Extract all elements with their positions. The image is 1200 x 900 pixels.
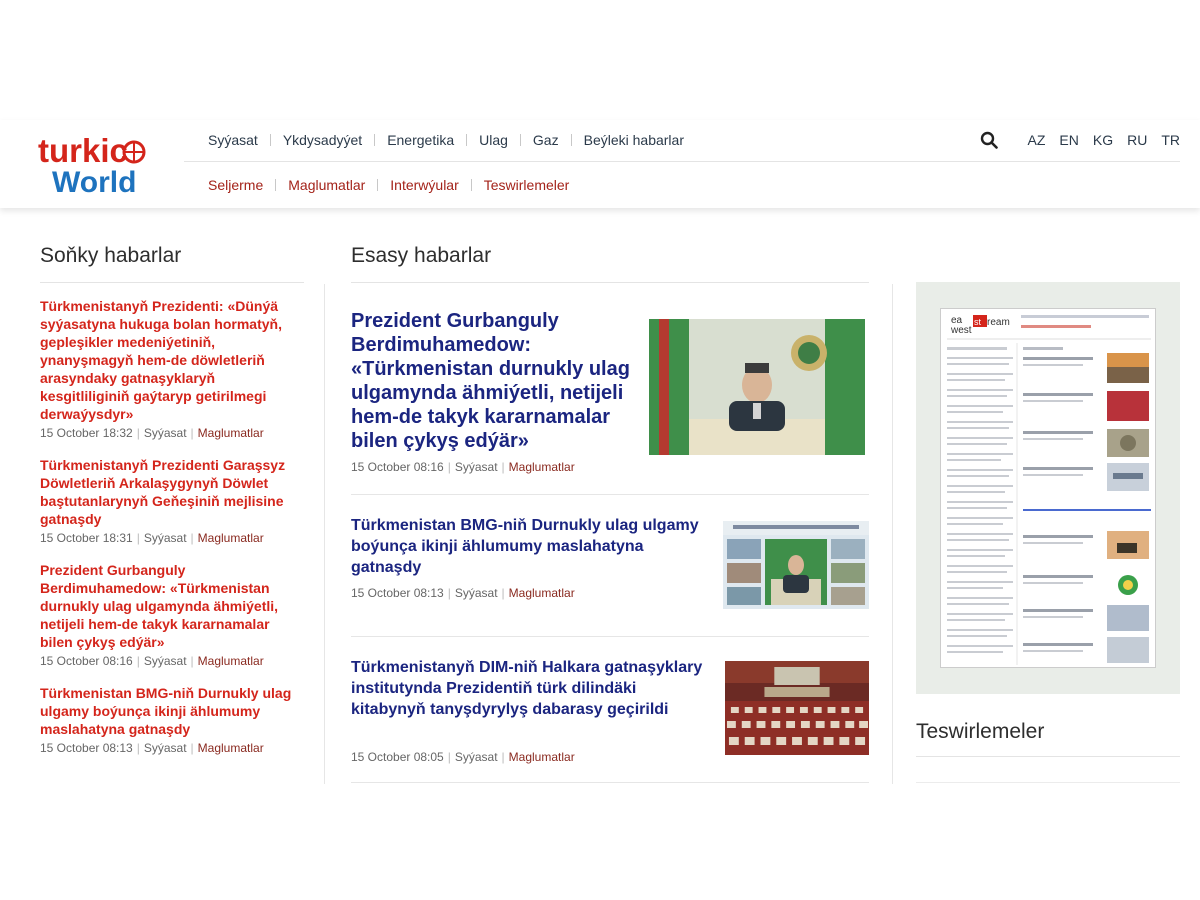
logo-text-bottom: World	[52, 166, 136, 196]
main-news-item: Türkmenistanyň DIM-niň Halkara gatnaşykl…	[351, 637, 869, 783]
latest-news-meta: 15 October 18:31 | Syýasat | Maglumatlar	[40, 531, 264, 545]
news-photo[interactable]	[649, 319, 865, 455]
news-category[interactable]: Syýasat	[455, 460, 498, 474]
lang-en[interactable]: EN	[1059, 132, 1078, 148]
ad-brand-suffix: ream	[987, 317, 1010, 328]
news-category[interactable]: Syýasat	[144, 654, 187, 668]
nav-item-politics[interactable]: Syýasat	[196, 132, 270, 148]
lang-tr[interactable]: TR	[1161, 132, 1180, 148]
latest-news-headline[interactable]: Türkmenistanyň Prezidenti Garaşsyz Döwle…	[40, 456, 304, 528]
news-time: 15 October 08:16	[40, 654, 133, 668]
news-tag[interactable]: Maglumatlar	[198, 531, 264, 545]
latest-news-headline[interactable]: Prezident Gurbanguly Berdimuhamedow: «Tü…	[40, 561, 304, 651]
latest-news-meta: 15 October 08:13 | Syýasat | Maglumatlar	[40, 741, 264, 755]
main-news-meta: 15 October 08:16 | Syýasat | Maglumatlar	[351, 460, 575, 474]
nav-item-information[interactable]: Maglumatlar	[276, 177, 377, 193]
main-news-title: Esasy habarlar	[351, 244, 492, 267]
news-category[interactable]: Syýasat	[144, 426, 187, 440]
nav-item-gas[interactable]: Gaz	[521, 132, 571, 148]
news-photo[interactable]	[723, 521, 869, 609]
secondary-nav: Seljerme Maglumatlar Interwýular Teswirl…	[196, 174, 581, 196]
main-news-item-featured: Prezident Gurbanguly Berdimuhamedow: «Tü…	[351, 283, 869, 495]
news-tag[interactable]: Maglumatlar	[509, 460, 575, 474]
news-category[interactable]: Syýasat	[144, 531, 187, 545]
nav-item-commentaries[interactable]: Teswirlemeler	[472, 177, 582, 193]
nav-item-interviews[interactable]: Interwýular	[378, 177, 470, 193]
latest-news-headline[interactable]: Türkmenistan BMG-niň Durnukly ulag ulgam…	[40, 684, 304, 738]
lang-az[interactable]: AZ	[1028, 132, 1046, 148]
news-category[interactable]: Syýasat	[455, 750, 498, 764]
latest-news-item: Türkmenistanyň Prezidenti: «Dünýä syýasa…	[40, 297, 304, 440]
section-rule	[40, 282, 304, 283]
latest-news-item: Türkmenistanyň Prezidenti Garaşsyz Döwle…	[40, 456, 304, 545]
primary-nav: Syýasat Ykdysadyýet Energetika Ulag Gaz …	[196, 128, 696, 152]
ad-brand-mid: st	[974, 317, 982, 327]
main-news-meta: 15 October 08:05 | Syýasat | Maglumatlar	[351, 750, 575, 764]
section-rule	[916, 756, 1180, 757]
nav-item-economy[interactable]: Ykdysadyýet	[271, 132, 374, 148]
news-time: 15 October 08:05	[351, 750, 444, 764]
section-rule	[916, 782, 1180, 783]
advertisement-banner[interactable]: ea west st ream	[916, 282, 1180, 694]
news-time: 15 October 08:13	[351, 586, 444, 600]
nav-item-other-news[interactable]: Beýleki habarlar	[572, 132, 696, 148]
news-photo[interactable]	[725, 661, 869, 755]
news-time: 15 October 18:32	[40, 426, 133, 440]
ad-brand-bottom: west	[950, 325, 972, 336]
news-time: 15 October 18:31	[40, 531, 133, 545]
latest-news-meta: 15 October 18:32 | Syýasat | Maglumatlar	[40, 426, 264, 440]
sidebar-column: ea west st ream Teswirlemeler	[916, 282, 1180, 784]
main-news-headline[interactable]: Türkmenistanyň DIM-niň Halkara gatnaşykl…	[351, 657, 711, 720]
latest-news-meta: 15 October 08:16 | Syýasat | Maglumatlar	[40, 654, 264, 668]
main-news-meta: 15 October 08:13 | Syýasat | Maglumatlar	[351, 586, 575, 600]
commentaries-title: Teswirlemeler	[916, 720, 1045, 743]
main-news-headline[interactable]: Türkmenistan BMG-niň Durnukly ulag ulgam…	[351, 515, 711, 578]
header-tools: AZ EN KG RU TR	[980, 128, 1180, 152]
site-header: turkic World Syýasat Ykdysadyýet Energet…	[0, 120, 1200, 208]
main-news-column: Esasy habarlar Prezident Gurbanguly Berd…	[351, 244, 869, 784]
turkic-world-logo[interactable]: turkic World	[38, 126, 163, 196]
logo-text-top: turkic	[38, 132, 128, 169]
nav-item-transport[interactable]: Ulag	[467, 132, 520, 148]
news-tag[interactable]: Maglumatlar	[198, 426, 264, 440]
main-news-headline[interactable]: Prezident Gurbanguly Berdimuhamedow: «Tü…	[351, 309, 631, 453]
news-tag[interactable]: Maglumatlar	[198, 741, 264, 755]
news-category[interactable]: Syýasat	[455, 586, 498, 600]
main-news-item: Türkmenistan BMG-niň Durnukly ulag ulgam…	[351, 495, 869, 637]
nav-item-energy[interactable]: Energetika	[375, 132, 466, 148]
latest-news-item: Prezident Gurbanguly Berdimuhamedow: «Tü…	[40, 561, 304, 668]
lang-ru[interactable]: RU	[1127, 132, 1147, 148]
news-time: 15 October 08:16	[351, 460, 444, 474]
nav-item-analysis[interactable]: Seljerme	[196, 177, 275, 193]
nav-divider	[184, 161, 1180, 162]
news-tag[interactable]: Maglumatlar	[509, 750, 575, 764]
latest-news-headline[interactable]: Türkmenistanyň Prezidenti: «Dünýä syýasa…	[40, 297, 304, 423]
latest-news-item: Türkmenistan BMG-niň Durnukly ulag ulgam…	[40, 684, 304, 755]
news-tag[interactable]: Maglumatlar	[509, 586, 575, 600]
latest-news-title: Soňky habarlar	[40, 244, 182, 267]
column-divider	[892, 284, 893, 784]
column-divider	[324, 284, 325, 784]
advertisement-preview: ea west st ream	[940, 308, 1156, 668]
news-tag[interactable]: Maglumatlar	[198, 654, 264, 668]
eastwest-stream-preview-image: ea west st ream	[947, 315, 1151, 665]
search-icon[interactable]	[980, 131, 998, 149]
news-category[interactable]: Syýasat	[144, 741, 187, 755]
lang-kg[interactable]: KG	[1093, 132, 1113, 148]
latest-news-column: Soňky habarlar Türkmenistanyň Prezidenti…	[40, 244, 304, 784]
news-time: 15 October 08:13	[40, 741, 133, 755]
